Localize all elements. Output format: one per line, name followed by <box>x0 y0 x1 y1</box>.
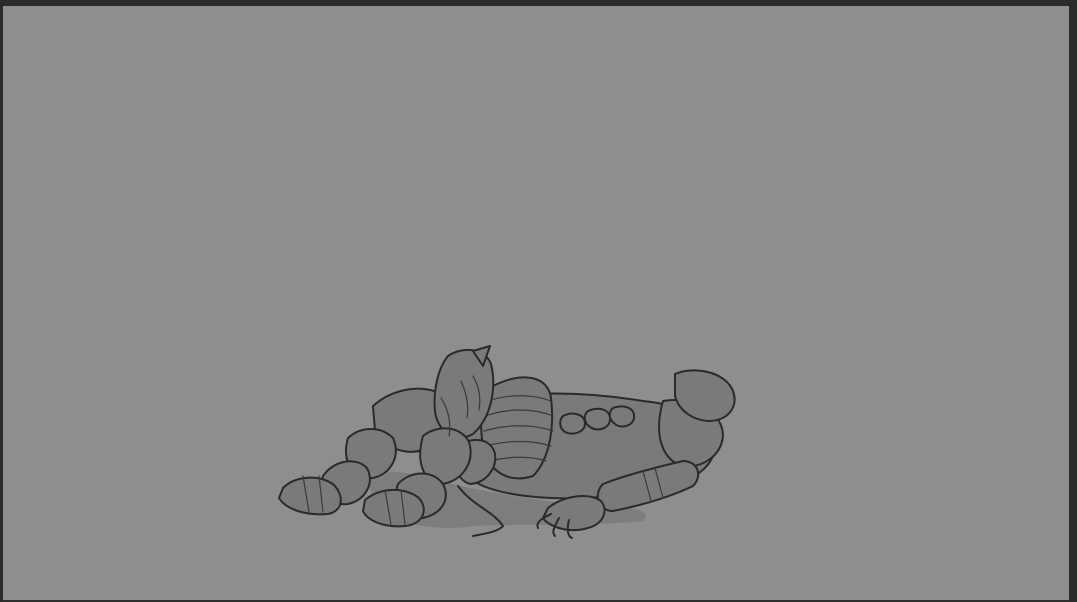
app-window <box>0 0 1077 602</box>
drawing-canvas[interactable] <box>3 6 1069 600</box>
spine-plate-2 <box>583 407 612 431</box>
right-scrollbar-track[interactable] <box>1069 6 1077 602</box>
hand <box>542 495 606 532</box>
left-boot <box>278 476 342 516</box>
spine-plate-3 <box>608 405 636 428</box>
right-boot <box>362 489 425 528</box>
artwork <box>278 345 736 539</box>
spine-plate-1 <box>559 412 586 435</box>
